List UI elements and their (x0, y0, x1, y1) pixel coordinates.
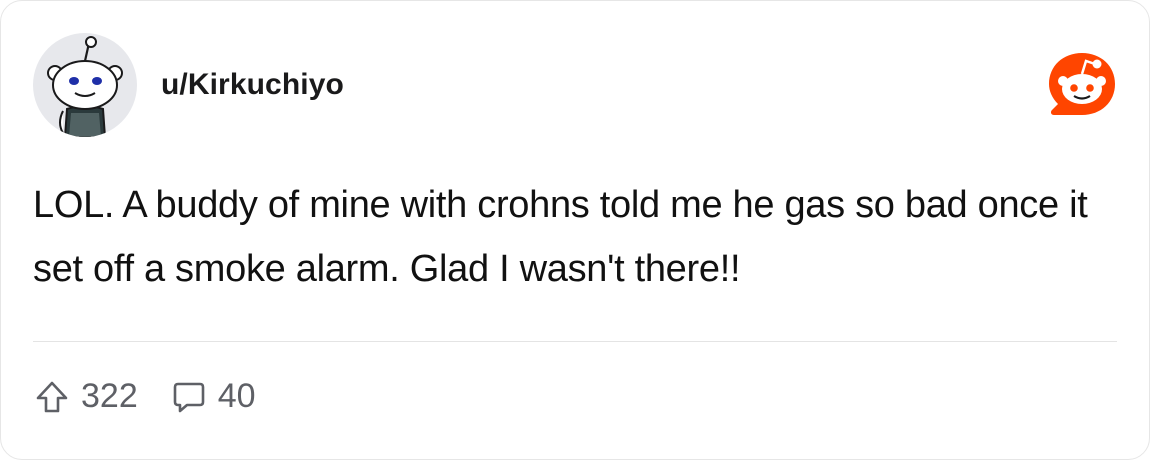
comment-bubble-icon (173, 382, 205, 412)
post-footer: 322 40 (35, 377, 290, 416)
user-avatar[interactable] (33, 33, 137, 137)
username[interactable]: u/Kirkuchiyo (161, 68, 344, 102)
reddit-logo-icon (1045, 49, 1119, 123)
upvote-button[interactable]: 322 (35, 377, 138, 416)
post-card: u/Kirkuchiyo LOL. A buddy of mine with c… (0, 0, 1150, 460)
upvote-arrow-icon (36, 381, 68, 412)
divider (33, 341, 1117, 342)
upvote-count: 322 (81, 377, 138, 415)
comment-button[interactable]: 40 (172, 377, 256, 416)
snoo-avatar-icon (47, 36, 123, 137)
comment-count: 40 (217, 377, 256, 415)
post-header: u/Kirkuchiyo (33, 33, 344, 137)
post-body: LOL. A buddy of mine with crohns told me… (33, 184, 1088, 290)
